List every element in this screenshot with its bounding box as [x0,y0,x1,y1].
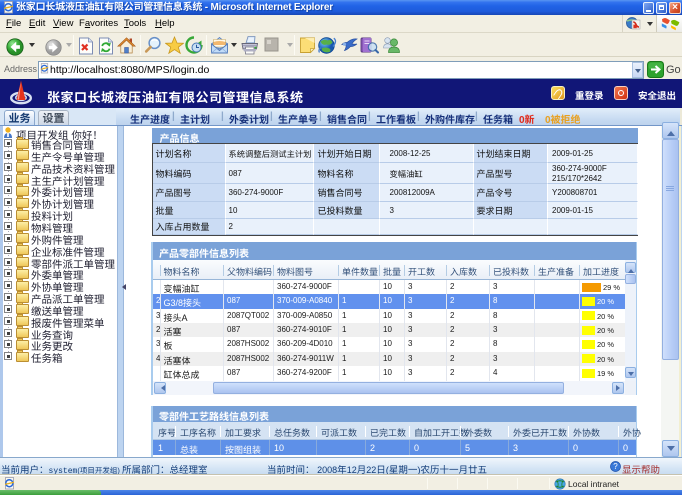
svg-text:?: ? [613,462,618,471]
